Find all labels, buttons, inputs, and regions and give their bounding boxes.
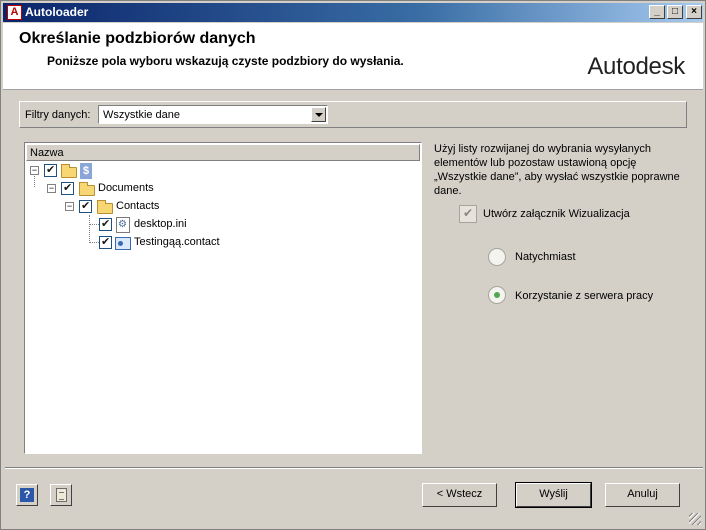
radio-now[interactable] — [488, 248, 506, 266]
contact-card-icon — [115, 237, 131, 250]
title-bar: A Autoloader _ □ × — [3, 3, 703, 22]
app-icon: A — [7, 5, 22, 20]
tree-column-header[interactable]: Nazwa — [26, 144, 420, 161]
clipboard-icon — [56, 488, 67, 502]
data-filter-dropdown[interactable]: Wszystkie dane — [98, 105, 328, 124]
attach-visualization-label: Utwórz załącznik Wizualizacja — [483, 208, 630, 220]
radio-server-label: Korzystanie z serwera pracy — [515, 290, 654, 302]
folder-icon — [79, 182, 95, 196]
chevron-down-icon[interactable] — [311, 107, 326, 122]
collapse-icon[interactable]: − — [30, 166, 39, 175]
collapse-icon[interactable]: − — [65, 202, 74, 211]
folder-icon — [61, 164, 77, 178]
checkbox-documents[interactable] — [61, 181, 74, 195]
page-title: Określanie podzbiorów danych — [19, 30, 256, 47]
close-button[interactable]: × — [686, 5, 702, 19]
back-button[interactable]: < Wstecz — [422, 483, 497, 507]
help-icon: ? — [20, 488, 34, 502]
checkbox-contacts[interactable] — [79, 199, 92, 213]
checkbox-desktop-ini[interactable] — [99, 217, 112, 231]
checkbox-attach-visualization[interactable] — [459, 205, 477, 223]
checkbox-contact-file[interactable] — [99, 235, 112, 249]
page-subtitle: Poniższe pola wyboru wskazują czyste pod… — [47, 54, 404, 68]
data-tree[interactable]: Nazwa − $ − Documents − Contacts — [24, 142, 422, 454]
filter-label: Filtry danych: — [25, 109, 91, 121]
data-filter-value: Wszystkie dane — [103, 109, 181, 121]
minimize-button[interactable]: _ — [649, 5, 665, 19]
footer-separator — [5, 467, 703, 469]
settings-file-icon — [116, 217, 130, 233]
tree-line — [89, 224, 99, 225]
tree-line — [34, 176, 35, 187]
checkbox-root[interactable] — [44, 163, 57, 177]
wizard-header: Określanie podzbiorów danych Poniższe po… — [3, 23, 703, 90]
node-label-contact-file: Testingąą.contact — [134, 236, 220, 248]
radio-server[interactable] — [488, 286, 506, 304]
radio-now-label: Natychmiast — [515, 251, 576, 263]
window-title: Autoloader — [25, 5, 89, 19]
autodesk-logo: Autodesk — [587, 53, 685, 80]
node-label-desktop-ini: desktop.ini — [134, 218, 187, 230]
help-button[interactable]: ? — [16, 484, 38, 506]
autoloader-window: A Autoloader _ □ × Określanie podzbiorów… — [0, 0, 706, 530]
filter-bar: Filtry danych: Wszystkie dane — [19, 101, 687, 128]
resize-grip[interactable] — [689, 513, 701, 525]
tree-line — [89, 215, 90, 243]
log-button[interactable] — [50, 484, 72, 506]
cancel-button[interactable]: Anuluj — [605, 483, 680, 507]
tree-line — [89, 242, 99, 243]
maximize-button[interactable]: □ — [667, 5, 683, 19]
column-name-label: Nazwa — [30, 147, 64, 159]
info-text: Użyj listy rozwijanej do wybrania wysyła… — [434, 143, 680, 197]
folder-icon — [97, 200, 113, 214]
node-label-root: $ — [80, 163, 92, 179]
collapse-icon[interactable]: − — [47, 184, 56, 193]
send-button[interactable]: Wyślij — [515, 482, 592, 508]
node-label-contacts: Contacts — [116, 200, 160, 212]
node-label-documents: Documents — [98, 182, 154, 194]
